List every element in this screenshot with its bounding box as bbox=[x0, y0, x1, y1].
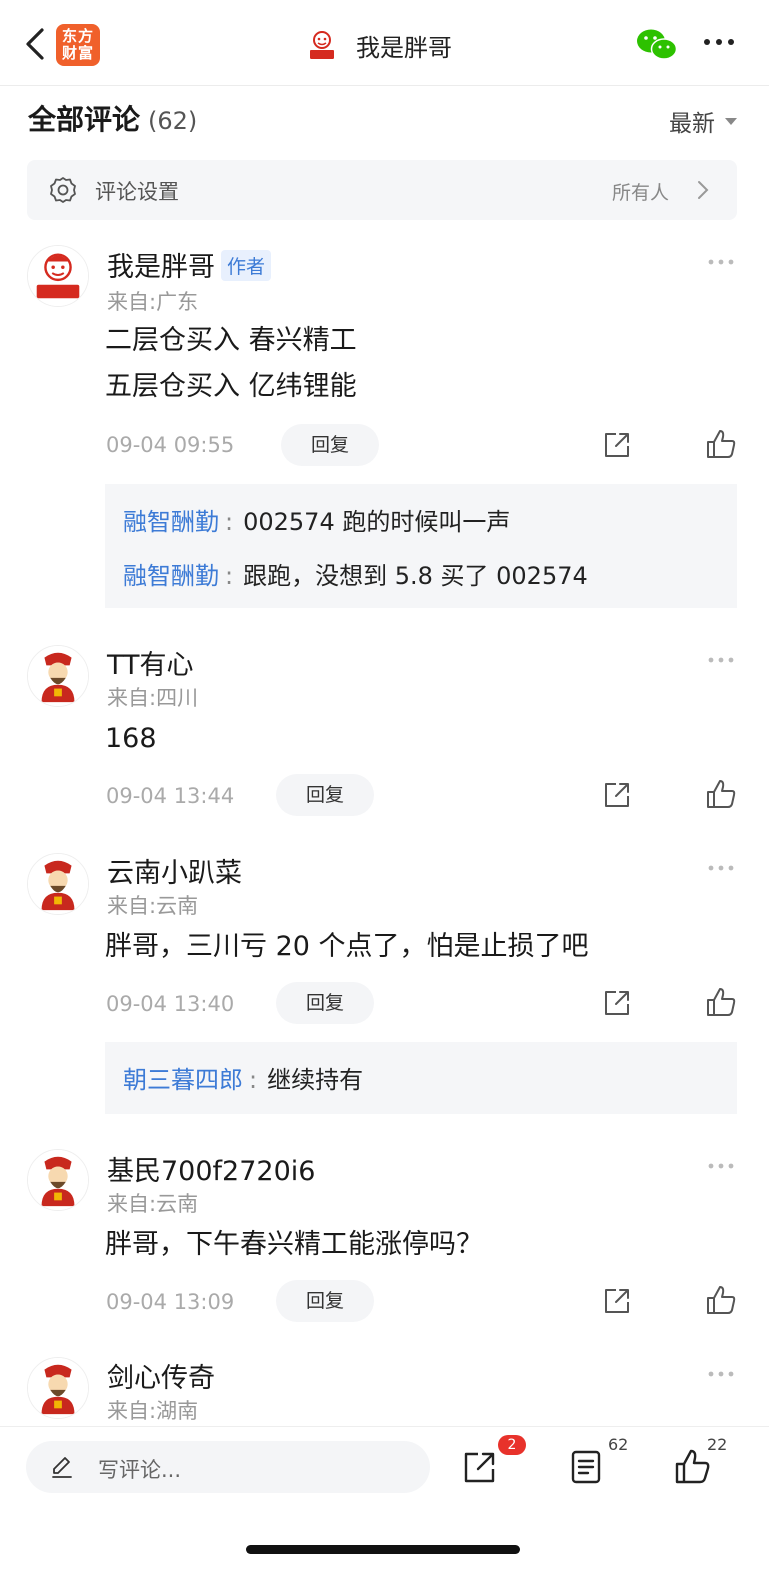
nav-profile[interactable]: 我是胖哥 bbox=[304, 24, 452, 66]
reply-button[interactable]: 回复 bbox=[281, 424, 379, 466]
user-avatar-icon[interactable] bbox=[27, 853, 89, 915]
reply-username[interactable]: 朝三暮四郎 bbox=[123, 1066, 243, 1094]
reply-item[interactable]: 融智酬勤:002574 跑的时候叫一声 bbox=[123, 502, 510, 537]
replies-box: 朝三暮四郎: 继续持有 bbox=[105, 1042, 737, 1114]
app-logo: 东方财富 bbox=[56, 24, 100, 66]
reply-text: 002574 跑的时候叫一声 bbox=[243, 508, 511, 536]
bottom-action-bar: 写评论... 2 62 22 bbox=[0, 1426, 769, 1578]
comment-count: 62 bbox=[608, 1435, 629, 1454]
comments-header: 全部评论 (62) bbox=[28, 98, 197, 142]
comments-title: 全部评论 bbox=[28, 103, 141, 136]
user-avatar-icon[interactable] bbox=[27, 1149, 89, 1211]
chevron-right-icon bbox=[698, 181, 709, 199]
reply-colon: : bbox=[225, 562, 234, 590]
nav-title: 我是胖哥 bbox=[356, 33, 452, 62]
comment-item: 剑心传奇 来自:湖南 bbox=[0, 1354, 769, 1426]
username[interactable]: 剑心传奇 bbox=[107, 1356, 215, 1395]
reply-item[interactable]: 融智酬勤: 跟跑，没想到 5.8 买了 002574 bbox=[123, 556, 588, 591]
reply-text: 继续持有 bbox=[267, 1066, 364, 1094]
caret-down-icon bbox=[725, 117, 737, 125]
write-comment-input[interactable]: 写评论... bbox=[26, 1441, 430, 1493]
write-comment-placeholder: 写评论... bbox=[98, 1458, 182, 1482]
thumbs-up-icon[interactable] bbox=[706, 986, 736, 1018]
reply-username[interactable]: 融智酬勤 bbox=[123, 562, 219, 590]
username[interactable]: 我是胖哥 bbox=[107, 252, 215, 283]
user-avatar-icon[interactable] bbox=[27, 1357, 89, 1419]
replies-box: 融智酬勤:002574 跑的时候叫一声 融智酬勤: 跟跑，没想到 5.8 买了 0… bbox=[105, 484, 737, 608]
more-options-icon[interactable] bbox=[707, 656, 735, 664]
comment-timestamp: 09-04 13:44 bbox=[106, 784, 235, 808]
comment-timestamp: 09-04 09:55 bbox=[106, 433, 235, 457]
thumbs-up-icon[interactable] bbox=[674, 1447, 710, 1485]
pencil-icon bbox=[52, 1457, 72, 1478]
settings-label: 评论设置 bbox=[95, 180, 179, 204]
comment-text-line: 二层仓买入 春兴精工 bbox=[105, 325, 357, 356]
comment-settings-bar[interactable]: 评论设置 所有人 bbox=[27, 160, 737, 220]
more-options-icon[interactable] bbox=[707, 258, 735, 266]
comment-location: 来自:湖南 bbox=[107, 1399, 199, 1423]
comment-location: 来自:云南 bbox=[107, 1192, 199, 1216]
share-icon[interactable] bbox=[602, 780, 632, 810]
author-badge: 作者 bbox=[221, 250, 272, 281]
comment-text-line: 胖哥，三川亏 20 个点了，怕是止损了吧 bbox=[105, 931, 589, 962]
settings-value: 所有人 bbox=[611, 182, 669, 204]
top-nav-bar: 东方财富 我是胖哥 bbox=[0, 0, 769, 86]
author-avatar-icon[interactable] bbox=[27, 245, 89, 307]
comment-item: 我是胖哥 作者 来自:广东 二层仓买入 春兴精工 五层仓买入 亿纬锂能 09-04… bbox=[0, 240, 769, 620]
comment-timestamp: 09-04 13:40 bbox=[106, 992, 235, 1016]
reply-item[interactable]: 朝三暮四郎: 继续持有 bbox=[123, 1060, 363, 1095]
comment-item: 云南小趴菜 来自:云南 胖哥，三川亏 20 个点了，怕是止损了吧 09-04 1… bbox=[0, 848, 769, 1128]
username[interactable]: 基民700f2720i6 bbox=[107, 1149, 315, 1188]
share-icon[interactable] bbox=[602, 430, 632, 460]
sort-dropdown[interactable]: 最新 bbox=[669, 104, 737, 138]
comment-item: TT有心 来自:四川 168 09-04 13:44 回复 bbox=[0, 640, 769, 830]
comment-text-line: 五层仓买入 亿纬锂能 bbox=[105, 371, 357, 402]
comment-timestamp: 09-04 13:09 bbox=[106, 1290, 235, 1314]
username[interactable]: 云南小趴菜 bbox=[107, 851, 242, 890]
reply-text: 跟跑，没想到 5.8 买了 002574 bbox=[243, 562, 588, 590]
comment-text-line: 胖哥，下午春兴精工能涨停吗？ bbox=[105, 1229, 483, 1260]
comment-location: 来自:四川 bbox=[107, 686, 199, 710]
comment-text-line: 168 bbox=[105, 723, 157, 754]
reply-colon: : bbox=[249, 1066, 258, 1094]
wechat-share-icon[interactable] bbox=[636, 28, 678, 62]
thumbs-up-icon[interactable] bbox=[706, 778, 736, 810]
thumbs-up-icon[interactable] bbox=[706, 1284, 736, 1316]
profile-avatar-icon bbox=[304, 27, 340, 63]
comment-item: 基民700f2720i6 来自:云南 胖哥，下午春兴精工能涨停吗？ 09-04 … bbox=[0, 1146, 769, 1336]
comment-author-name[interactable]: 我是胖哥 作者 bbox=[107, 245, 272, 284]
more-options-icon[interactable] bbox=[707, 1370, 735, 1378]
comment-location: 来自:云南 bbox=[107, 894, 199, 918]
thumbs-up-icon[interactable] bbox=[706, 428, 736, 460]
username[interactable]: TT有心 bbox=[107, 643, 194, 682]
reply-button[interactable]: 回复 bbox=[276, 982, 374, 1024]
reply-button[interactable]: 回复 bbox=[276, 774, 374, 816]
home-indicator bbox=[246, 1545, 520, 1554]
more-options-icon[interactable] bbox=[707, 864, 735, 872]
sort-label: 最新 bbox=[669, 111, 715, 137]
more-options-icon[interactable] bbox=[703, 36, 735, 48]
comment-location: 来自:广东 bbox=[107, 290, 199, 314]
share-icon[interactable] bbox=[462, 1449, 498, 1485]
gear-icon bbox=[50, 177, 76, 203]
user-avatar-icon[interactable] bbox=[27, 645, 89, 707]
share-badge: 2 bbox=[498, 1435, 526, 1455]
reply-colon: : bbox=[225, 508, 234, 536]
more-options-icon[interactable] bbox=[707, 1162, 735, 1170]
reply-username[interactable]: 融智酬勤 bbox=[123, 508, 219, 536]
comments-count: (62) bbox=[148, 107, 198, 135]
share-icon[interactable] bbox=[602, 988, 632, 1018]
share-icon[interactable] bbox=[602, 1286, 632, 1316]
like-count: 22 bbox=[707, 1435, 728, 1454]
comments-list-icon[interactable] bbox=[570, 1449, 602, 1485]
back-arrow-icon[interactable] bbox=[22, 26, 50, 62]
reply-button[interactable]: 回复 bbox=[276, 1280, 374, 1322]
